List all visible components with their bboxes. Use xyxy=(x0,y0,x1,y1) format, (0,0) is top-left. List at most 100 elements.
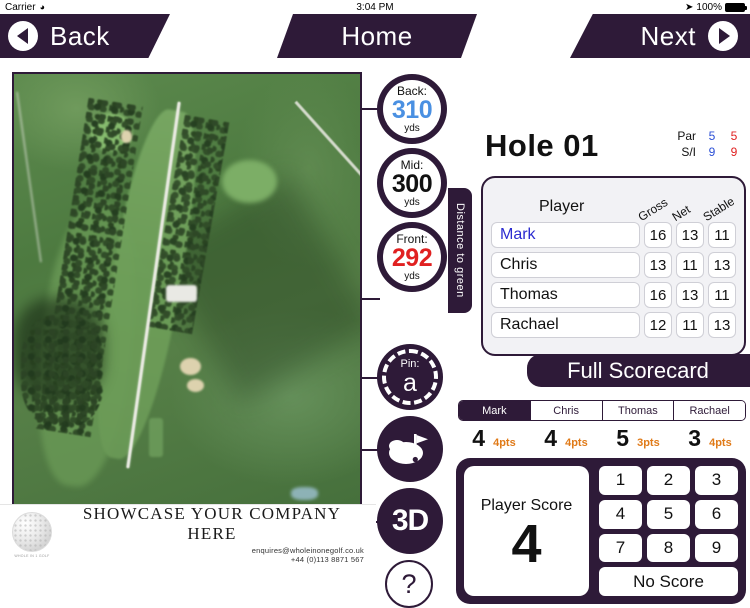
pin-position-button[interactable]: Pin: a xyxy=(377,344,443,410)
main-content: Back: 310 yds Mid: 300 yds Front: 292 yd… xyxy=(0,58,750,608)
player-points-value: 4pts xyxy=(493,436,516,449)
player-tab-mark[interactable]: Mark xyxy=(459,401,531,420)
location-arrow-icon: ➤ xyxy=(685,1,694,13)
status-bar-right: ➤ 100% xyxy=(685,1,747,13)
next-button[interactable]: Next xyxy=(570,14,750,58)
scorecard-player-name[interactable]: Chris xyxy=(491,252,640,278)
hole-title: Hole 01 xyxy=(485,128,599,163)
advertisement-text: SHOWCASE YOUR COMPANY HERE enquires@whol… xyxy=(56,504,376,564)
distance-front-value: 292 xyxy=(391,243,433,272)
scorecard-gross-value: 16 xyxy=(644,282,672,308)
scorecard-player-name[interactable]: Mark xyxy=(491,222,640,248)
distance-to-green-tab: Distance to green xyxy=(448,188,472,313)
player-tab-rachael[interactable]: Rachael xyxy=(674,401,745,420)
scorecard-stable-value: 13 xyxy=(708,252,736,278)
keypad-key-2[interactable]: 2 xyxy=(647,466,690,495)
three-d-view-button[interactable]: 3D xyxy=(377,488,443,554)
home-button-label: Home xyxy=(341,20,413,51)
back-button-label: Back xyxy=(50,20,110,51)
scorecard-player-name[interactable]: Thomas xyxy=(491,282,640,308)
battery-percent-label: 100% xyxy=(696,1,722,13)
scorecard-gross-value: 13 xyxy=(644,252,672,278)
scorecard-net-value: 13 xyxy=(676,282,704,308)
back-button[interactable]: Back xyxy=(0,14,170,58)
advertisement-email: enquires@wholeinonegolf.co.uk xyxy=(251,545,364,555)
distance-mid-value: 300 xyxy=(391,169,433,198)
full-scorecard-button[interactable]: Full Scorecard xyxy=(527,354,750,387)
golf-ball-logo-icon: WHOLE IN 1 GOLF xyxy=(12,511,56,558)
player-score-value: 5 xyxy=(616,424,630,451)
battery-icon xyxy=(725,2,747,12)
player-tab-thomas[interactable]: Thomas xyxy=(602,401,675,420)
navigation-bar: Back Home Next xyxy=(0,14,750,58)
player-tab-group: Mark Chris Thomas Rachael xyxy=(458,400,746,421)
keypad-key-9[interactable]: 9 xyxy=(695,533,738,563)
stroke-index-row: S/I 9 9 xyxy=(677,144,740,160)
player-score-current: 4 xyxy=(511,514,542,574)
green-flag-icon xyxy=(389,434,428,464)
scorecard-column-stable: Stable xyxy=(700,194,737,224)
help-label: ? xyxy=(401,568,417,599)
distance-back-units: yds xyxy=(404,122,420,134)
keypad-key-6[interactable]: 6 xyxy=(695,499,738,529)
distance-back-value: 310 xyxy=(391,95,433,124)
keypad-key-7[interactable]: 7 xyxy=(599,533,642,563)
next-button-label: Next xyxy=(640,20,696,51)
scorecard-gross-value: 16 xyxy=(644,222,672,248)
table-row[interactable]: Mark 16 13 11 xyxy=(491,222,736,248)
distance-to-green-label: Distance to green xyxy=(454,203,466,298)
keypad-key-5[interactable]: 5 xyxy=(647,499,690,529)
scorecard-player-header: Player xyxy=(539,198,585,215)
distance-front-units: yds xyxy=(404,270,420,282)
player-score-cell: 4 4pts xyxy=(458,425,530,452)
home-button[interactable]: Home xyxy=(277,14,477,58)
status-bar: Carrier ◕ 3:04 PM ➤ 100% xyxy=(0,0,750,14)
player-score-label: Player Score xyxy=(480,497,573,514)
scorecard-player-name[interactable]: Rachael xyxy=(491,312,640,338)
player-score-cell: 3 4pts xyxy=(674,425,746,452)
player-points-value: 3pts xyxy=(637,436,660,449)
par-value-blue: 5 xyxy=(708,129,716,143)
stroke-index-value-red: 9 xyxy=(730,145,738,160)
scorecard-gross-value: 12 xyxy=(644,312,672,338)
table-row[interactable]: Thomas 16 13 11 xyxy=(491,282,736,308)
player-points-value: 4pts xyxy=(709,436,732,449)
numeric-keypad: 1 2 3 4 5 6 7 8 9 No Score xyxy=(599,466,738,596)
chevron-left-circle-icon xyxy=(8,21,38,51)
status-bar-time: 3:04 PM xyxy=(356,1,394,13)
distance-mid-label: Mid: xyxy=(400,157,424,172)
full-scorecard-label: Full Scorecard xyxy=(567,357,709,383)
keypad-key-4[interactable]: 4 xyxy=(599,499,642,529)
player-score-cell: 5 3pts xyxy=(602,425,674,452)
keypad-key-1[interactable]: 1 xyxy=(599,466,642,495)
distance-back-label: Back: xyxy=(396,83,427,98)
par-stroke-index-table: Par 5 5 S/I 9 9 xyxy=(677,128,740,160)
keypad-key-8[interactable]: 8 xyxy=(647,533,690,563)
player-points-value: 4pts xyxy=(565,436,588,449)
distance-mid-circle[interactable]: Mid: 300 yds xyxy=(377,148,447,218)
no-score-button[interactable]: No Score xyxy=(599,567,738,596)
green-view-button[interactable] xyxy=(377,416,443,482)
hole-aerial-map[interactable] xyxy=(12,72,362,506)
advertisement-banner[interactable]: WHOLE IN 1 GOLF SHOWCASE YOUR COMPANY HE… xyxy=(0,504,376,564)
chevron-right-circle-icon xyxy=(708,21,738,51)
help-button[interactable]: ? xyxy=(385,560,433,608)
par-row: Par 5 5 xyxy=(677,128,740,144)
distance-front-circle[interactable]: Front: 292 yds xyxy=(377,222,447,292)
par-label: Par xyxy=(677,129,696,143)
scorecard-stable-value: 11 xyxy=(708,282,736,308)
scorecard-stable-value: 11 xyxy=(708,222,736,248)
distance-mid-units: yds xyxy=(404,196,420,208)
player-score-cell: 4 4pts xyxy=(530,425,602,452)
player-tab-chris[interactable]: Chris xyxy=(530,401,603,420)
score-entry-panel: Player Score 4 1 2 3 4 5 6 7 8 9 No Scor… xyxy=(456,458,746,604)
logo-caption: WHOLE IN 1 GOLF xyxy=(14,553,50,558)
stroke-index-label: S/I xyxy=(681,145,696,160)
scorecard-net-value: 11 xyxy=(676,252,704,278)
keypad-key-3[interactable]: 3 xyxy=(695,466,738,495)
stroke-index-value-blue: 9 xyxy=(708,145,716,160)
player-scores-row: 4 4pts 4 4pts 5 3pts 3 4pts xyxy=(458,424,746,452)
distance-back-circle[interactable]: Back: 310 yds xyxy=(377,74,447,144)
table-row[interactable]: Chris 13 11 13 xyxy=(491,252,736,278)
table-row[interactable]: Rachael 12 11 13 xyxy=(491,312,736,338)
